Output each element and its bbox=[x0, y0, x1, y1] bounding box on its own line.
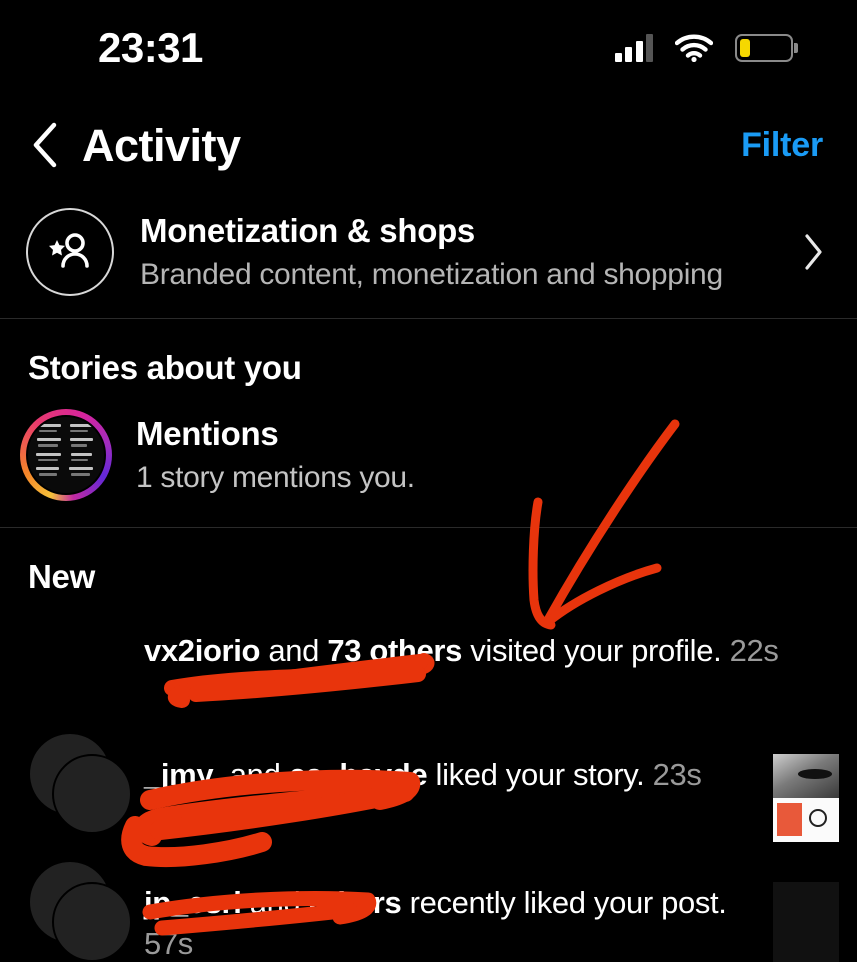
action-text: visited your profile. bbox=[462, 633, 730, 668]
story-ring-avatar[interactable] bbox=[20, 409, 112, 501]
username-visible[interactable]: my bbox=[169, 757, 213, 792]
wifi-icon bbox=[675, 34, 713, 62]
monetization-and-shops-row[interactable]: Monetization & shops Branded content, mo… bbox=[0, 194, 857, 318]
status-bar-clock: 23:31 bbox=[98, 27, 203, 69]
battery-low-icon bbox=[735, 34, 793, 62]
avatar-wrap[interactable] bbox=[30, 866, 122, 958]
username-visible[interactable]: iorio bbox=[195, 633, 260, 668]
username-redacted[interactable]: vx2 bbox=[144, 633, 195, 668]
monetization-title: Monetization & shops bbox=[140, 212, 475, 249]
chevron-right-icon[interactable] bbox=[801, 232, 825, 272]
action-text: recently liked your post. bbox=[401, 885, 726, 920]
thumbnail-photo-person[interactable] bbox=[773, 882, 839, 962]
username-visible[interactable]: l bbox=[233, 885, 241, 920]
status-bar-icons bbox=[615, 34, 794, 62]
monetization-text-group: Monetization & shops Branded content, mo… bbox=[140, 210, 775, 294]
mentions-title: Mentions bbox=[136, 413, 415, 454]
connector-text: and bbox=[242, 885, 309, 920]
avatar-wrap[interactable] bbox=[30, 738, 122, 830]
mentions-text-group: Mentions 1 story mentions you. bbox=[136, 413, 415, 496]
thumbnail-meme[interactable] bbox=[773, 754, 839, 842]
story-thumbnail bbox=[26, 415, 106, 495]
monetization-subtitle: Branded content, monetization and shoppi… bbox=[140, 255, 775, 294]
avatar-primary[interactable] bbox=[52, 754, 132, 834]
connector-text: and bbox=[260, 633, 327, 668]
mentions-row[interactable]: Mentions 1 story mentions you. bbox=[0, 391, 857, 527]
activity-row[interactable]: vx2iorio and 73 others visited your prof… bbox=[0, 600, 857, 728]
page-header: Activity Filter bbox=[0, 96, 857, 194]
instagram-activity-screen: 23:31 bbox=[0, 0, 857, 962]
activity-row[interactable]: jp_csrl and others recently liked your p… bbox=[0, 856, 857, 962]
status-bar: 23:31 bbox=[0, 0, 857, 96]
section-title-new: New bbox=[0, 528, 857, 600]
avatar-primary[interactable] bbox=[52, 882, 132, 962]
header-left-group: Activity bbox=[30, 121, 241, 169]
mentions-subtitle: 1 story mentions you. bbox=[136, 458, 415, 497]
connector-text: , and bbox=[213, 757, 288, 792]
person-star-icon bbox=[26, 208, 114, 296]
avatar-wrap[interactable] bbox=[30, 622, 122, 714]
others-count[interactable]: 73 others bbox=[327, 633, 462, 668]
username-redacted[interactable]: _j bbox=[144, 757, 169, 792]
username-redacted[interactable]: jp_csr bbox=[144, 885, 233, 920]
timestamp: 57s bbox=[144, 926, 193, 961]
timestamp: 22s bbox=[730, 633, 779, 668]
back-chevron-icon[interactable] bbox=[30, 121, 60, 169]
activity-text: jp_csrl and others recently liked your p… bbox=[144, 866, 751, 962]
page-title: Activity bbox=[82, 123, 241, 168]
activity-text: _jmy, and ca_hayde liked your story. 23s bbox=[144, 738, 751, 795]
filter-button[interactable]: Filter bbox=[741, 126, 823, 165]
others-count[interactable]: others bbox=[309, 885, 402, 920]
activity-row[interactable]: _jmy, and ca_hayde liked your story. 23s bbox=[0, 728, 857, 856]
action-text: liked your story. bbox=[427, 757, 652, 792]
others-count[interactable]: ca_hayde bbox=[289, 757, 428, 792]
cellular-signal-icon bbox=[615, 34, 654, 62]
section-title-stories: Stories about you bbox=[0, 319, 857, 391]
activity-text: vx2iorio and 73 others visited your prof… bbox=[144, 622, 839, 671]
timestamp: 23s bbox=[653, 757, 702, 792]
